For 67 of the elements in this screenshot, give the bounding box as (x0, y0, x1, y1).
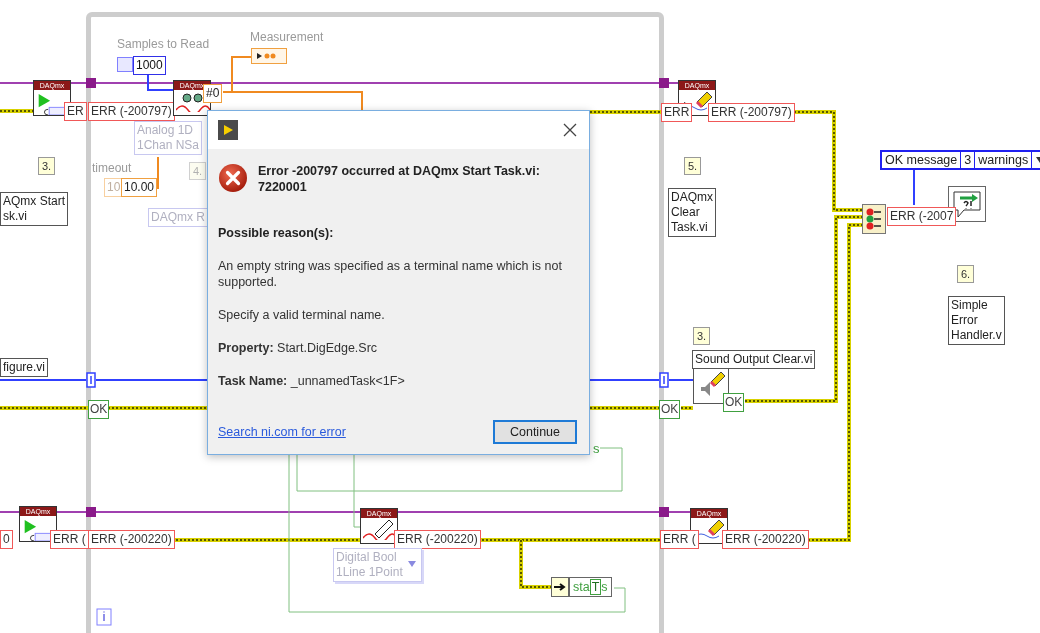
numeric-constant: #0 (203, 84, 223, 103)
error-icon (218, 163, 248, 193)
cluster-field: 3 (961, 152, 976, 168)
message-text: Specify a valid terminal name. (218, 307, 386, 323)
shift-register-icon (659, 78, 669, 88)
comment-label: DAQmx Clear Task.vi (668, 188, 716, 237)
step-label: 4. (189, 162, 207, 180)
numeric-terminal-icon (86, 372, 96, 388)
message-text: An empty string was specified as a terminal name which is not supported. (218, 258, 563, 290)
error-cluster: ERR (-200220) (722, 530, 809, 549)
error-cluster: ERR ( (50, 530, 89, 549)
numeric-terminal-icon (659, 372, 669, 388)
shift-register-icon (86, 78, 96, 88)
error-wire (0, 109, 36, 113)
step-label: 3. (693, 327, 711, 345)
wire (589, 379, 660, 381)
diagram-label: Samples to Read (117, 37, 210, 51)
wire (147, 72, 174, 91)
numeric-constant: 10.00 (121, 178, 158, 197)
error-cluster: ER (64, 102, 87, 121)
boolean-constant: T (589, 579, 602, 595)
diagram-label: timeout (92, 161, 132, 175)
close-icon[interactable] (563, 123, 577, 137)
error-cluster: OK (659, 400, 681, 419)
comment-label: AQmx Start sk.vi (0, 192, 68, 226)
comment-label: Analog 1D 1Chan NSa (134, 121, 203, 155)
app-icon (218, 120, 238, 140)
comment-label: figure.vi (0, 358, 49, 377)
step-label: 3. (38, 157, 56, 175)
error-cluster: ERR (-200797) (708, 103, 795, 122)
message-text: Property: Start.DigEdge.Src (218, 340, 379, 356)
dropdown-arrow-icon (407, 561, 416, 567)
step-label: 5. (684, 157, 702, 175)
status-label: s (601, 580, 608, 594)
error-cluster: OK (723, 393, 745, 412)
shift-register-icon (86, 507, 96, 517)
error-cluster: ERR (661, 103, 693, 122)
indicator-icon (251, 48, 287, 64)
wire (154, 156, 159, 189)
iteration-terminal-icon (96, 608, 112, 626)
error-wire (589, 406, 660, 410)
error-cluster: ERR ( (660, 530, 699, 549)
numeric-constant: 1000 (133, 56, 166, 75)
search-link[interactable]: Search ni.com for error (218, 425, 346, 439)
error-heading: Error -200797 occurred at DAQmx Start Task.vi: 7220001 (258, 163, 541, 195)
wire (668, 379, 694, 381)
comment-label: Sound Output Clear.vi (692, 350, 816, 369)
step-label: 6. (957, 265, 975, 283)
continue-button[interactable]: Continue (493, 420, 577, 444)
error-cluster: ERR (-200220) (88, 530, 175, 549)
section-heading: Possible reason(s): (218, 225, 335, 241)
cluster-field: OK message (882, 152, 962, 168)
diagram-label: Measurement (250, 30, 324, 44)
comment-label: DAQmx R (148, 208, 208, 227)
error-cluster: ERR (-200220) (394, 530, 481, 549)
error-cluster: 0 (0, 530, 13, 549)
error-cluster: ERR (-200797) (88, 102, 175, 121)
diagram-label: s (593, 441, 600, 456)
status-label: sta (573, 580, 590, 594)
shift-register-icon (659, 507, 669, 517)
error-cluster: OK (88, 400, 110, 419)
cluster-field: warnings (975, 152, 1033, 168)
comment-label: Simple Error Handler.v (948, 296, 1005, 345)
message-text: Task Name: _unnamedTask<1F> (218, 373, 406, 389)
numeric-type-icon (117, 57, 133, 72)
merge-errors-icon (862, 204, 886, 234)
error-cluster: ERR (-2007 (887, 207, 957, 226)
